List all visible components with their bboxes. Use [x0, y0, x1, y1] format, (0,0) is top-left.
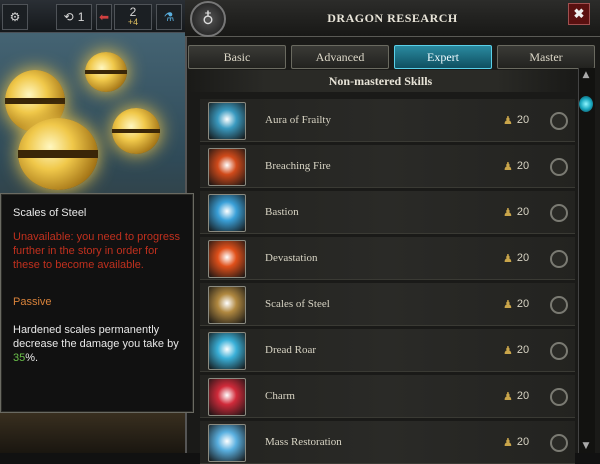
- skill-name: Scales of Steel: [265, 298, 330, 310]
- skill-cost: ♟ 20: [503, 145, 529, 187]
- mass-restoration-icon: [208, 424, 246, 462]
- skill-cost-value: 20: [516, 298, 530, 310]
- skill-cost: ♟ 20: [503, 237, 529, 279]
- minus-icon[interactable]: ⬅: [96, 4, 112, 30]
- breaching-fire-icon: [208, 148, 246, 186]
- tab-advanced[interactable]: Advanced: [291, 45, 389, 69]
- skill-name: Charm: [265, 390, 295, 402]
- skill-row[interactable]: Charm ♟ 20: [200, 375, 575, 418]
- tooltip-title: Scales of Steel: [13, 207, 87, 219]
- tab-basic[interactable]: Basic: [188, 45, 286, 69]
- tooltip-skill-type: Passive: [13, 296, 52, 308]
- skill-cost-value: 20: [516, 114, 530, 126]
- research-point-icon: ♟: [503, 114, 513, 127]
- skill-row[interactable]: Devastation ♟ 20: [200, 237, 575, 280]
- skill-row[interactable]: Bastion ♟ 20: [200, 191, 575, 234]
- skill-name: Devastation: [265, 252, 318, 264]
- skill-name: Dread Roar: [265, 344, 317, 356]
- tab-expert[interactable]: Expert: [394, 45, 492, 69]
- tooltip-warning: Unavailable: you need to progress furthe…: [13, 231, 180, 271]
- lock-icon: [550, 342, 568, 360]
- research-point-icon: ♟: [503, 160, 513, 173]
- skill-cost: ♟ 20: [503, 283, 529, 325]
- skill-row[interactable]: Breaching Fire ♟ 20: [200, 145, 575, 188]
- lantern-decoration: [18, 118, 98, 190]
- tab-master[interactable]: Master: [497, 45, 595, 69]
- panel-title: DRAGON RESEARCH: [327, 10, 458, 25]
- research-point-icon: ♟: [503, 252, 513, 265]
- skill-cost-value: 20: [516, 390, 530, 402]
- tooltip-description: Hardened scales permanently decrease the…: [13, 324, 179, 364]
- charm-icon: [208, 378, 246, 416]
- scales-of-steel-icon: [208, 286, 246, 324]
- skill-cost: ♟ 20: [503, 99, 529, 141]
- research-point-icon: ♟: [503, 206, 513, 219]
- scrollbar-track[interactable]: [578, 68, 595, 453]
- skill-name: Bastion: [265, 206, 299, 218]
- lantern-decoration: [112, 108, 160, 154]
- lock-icon: [550, 204, 568, 222]
- scene-floor: [0, 411, 185, 453]
- devastation-icon: [208, 240, 246, 278]
- lock-icon: [550, 296, 568, 314]
- skill-cost-value: 20: [516, 206, 530, 218]
- portrait-icon[interactable]: ⚙: [2, 4, 28, 30]
- link-icon: ⟲: [63, 10, 74, 24]
- lock-icon: [550, 158, 568, 176]
- tooltip-value: 35: [13, 352, 26, 364]
- skill-row[interactable]: Aura of Frailty ♟ 20: [200, 99, 575, 142]
- skill-row[interactable]: Scales of Steel ♟ 20: [200, 283, 575, 326]
- skill-name: Breaching Fire: [265, 160, 331, 172]
- skill-name: Aura of Frailty: [265, 114, 331, 126]
- skill-cost-value: 20: [516, 252, 530, 264]
- research-point-icon: ♟: [503, 344, 513, 357]
- top-status-bar: ⚙ ⟲ 1 ⬅ 2 +4 ⚗: [0, 0, 185, 33]
- lantern-decoration: [85, 52, 127, 92]
- skill-row[interactable]: Dread Roar ♟ 20: [200, 329, 575, 372]
- research-point-icon: ♟: [503, 390, 513, 403]
- skill-cost: ♟ 20: [503, 375, 529, 417]
- counter-a: ⟲ 1: [56, 4, 92, 30]
- lock-icon: [550, 434, 568, 452]
- skill-row[interactable]: Mass Restoration ♟ 20: [200, 421, 575, 464]
- bastion-icon: [208, 194, 246, 232]
- lock-icon: [550, 388, 568, 406]
- dread-roar-icon: [208, 332, 246, 370]
- potion-icon[interactable]: ⚗: [156, 4, 182, 30]
- skill-cost: ♟ 20: [503, 421, 529, 463]
- skill-cost: ♟ 20: [503, 191, 529, 233]
- skill-cost-value: 20: [516, 436, 530, 448]
- research-point-icon: ♟: [503, 436, 513, 449]
- section-title: Non-mastered Skills: [188, 70, 573, 92]
- lock-icon: [550, 112, 568, 130]
- skill-cost-value: 20: [516, 344, 530, 356]
- aura-of-frailty-icon: [208, 102, 246, 140]
- scroll-up-icon[interactable]: ▲: [580, 70, 592, 80]
- skill-name: Mass Restoration: [265, 436, 342, 448]
- scroll-down-icon[interactable]: ▼: [580, 441, 592, 451]
- scrollbar-thumb[interactable]: [579, 96, 593, 112]
- lock-icon: [550, 250, 568, 268]
- skill-cost-value: 20: [516, 160, 530, 172]
- close-button[interactable]: ✖: [568, 3, 590, 25]
- skill-cost: ♟ 20: [503, 329, 529, 371]
- research-point-icon: ♟: [503, 298, 513, 311]
- counter-b: 2 +4: [114, 4, 152, 30]
